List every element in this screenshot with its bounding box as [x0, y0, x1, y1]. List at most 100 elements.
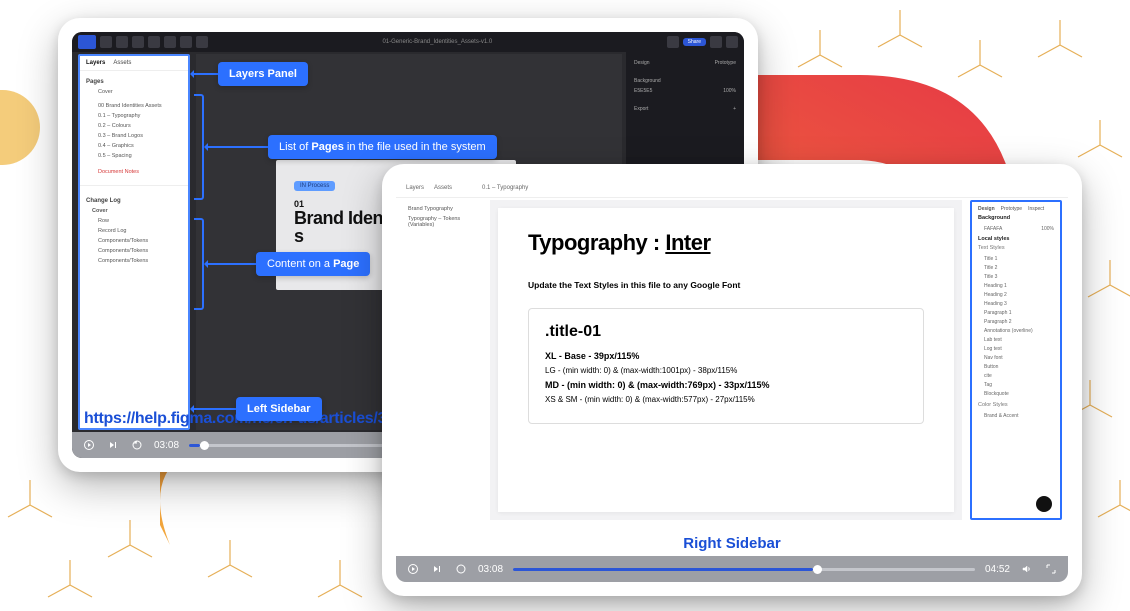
fullscreen-icon[interactable]: [1044, 562, 1058, 576]
style-box: .title-01 XL - Base - 39px/115% LG - (mi…: [528, 308, 924, 424]
t2-toolbar: Layers Assets 0.1 – Typography: [396, 178, 1068, 198]
design-tab[interactable]: Design: [978, 206, 995, 212]
right-sidebar-panel: Design Prototype Inspect Background FAFA…: [970, 200, 1062, 520]
help-fab[interactable]: [1036, 496, 1052, 512]
bg-label: Background: [634, 78, 661, 84]
player-time: 03:08: [478, 564, 503, 575]
page-item[interactable]: 0.5 – Spacing: [86, 151, 182, 161]
share-button[interactable]: Share: [683, 38, 706, 46]
layer-item[interactable]: Components/Tokens: [86, 236, 182, 246]
player-time: 03:08: [154, 440, 179, 451]
layer-item[interactable]: Record Log: [86, 226, 182, 236]
style-row[interactable]: cite: [978, 371, 1054, 380]
color-styles-label: Color Styles: [978, 402, 1054, 408]
skip-icon[interactable]: [430, 562, 444, 576]
style-row[interactable]: Lab text: [978, 335, 1054, 344]
bg-val[interactable]: FAFAFA: [984, 226, 1002, 232]
page-item[interactable]: 0.1 – Typography: [86, 111, 182, 121]
player-track[interactable]: [513, 568, 975, 571]
layer-item[interactable]: Typography – Tokens (Variables): [404, 214, 482, 230]
style-line: XL - Base - 39px/115%: [545, 351, 907, 361]
style-row[interactable]: Title 1: [978, 254, 1054, 263]
avatar[interactable]: [667, 36, 679, 48]
style-row[interactable]: Heading 1: [978, 281, 1054, 290]
layers-tab[interactable]: Layers: [406, 185, 424, 191]
callout-arrow: [192, 73, 218, 75]
style-row[interactable]: Nav font: [978, 353, 1054, 362]
figma-toolbar: 01-Generic-Brand_Identities_Assets-v1.0 …: [72, 32, 744, 52]
layer-item[interactable]: Components/Tokens: [86, 256, 182, 266]
style-row[interactable]: Heading 3: [978, 299, 1054, 308]
assets-tab[interactable]: Assets: [113, 60, 131, 66]
rewind-icon[interactable]: [130, 438, 144, 452]
style-row[interactable]: Heading 2: [978, 290, 1054, 299]
page-item[interactable]: 0.4 – Graphics: [86, 141, 182, 151]
skip-icon[interactable]: [106, 438, 120, 452]
tablet-right: Layers Assets 0.1 – Typography Brand Typ…: [382, 164, 1082, 596]
status-chip: IN Process: [294, 181, 335, 191]
prototype-tab[interactable]: Prototype: [1001, 206, 1022, 212]
callout-content: Content on a Page: [256, 252, 370, 276]
figma-menu-button[interactable]: [78, 35, 96, 49]
layer-item[interactable]: Brand Typography: [404, 204, 482, 214]
t2-canvas[interactable]: Typography : Inter Update the Text Style…: [490, 200, 962, 520]
layer-item[interactable]: Row: [86, 216, 182, 226]
callout-left-sidebar: Left Sidebar: [236, 397, 322, 421]
design-tab[interactable]: Design: [634, 60, 650, 66]
style-line: XS & SM - (min width: 0) & (max-width:57…: [545, 395, 907, 404]
inspect-tab[interactable]: Inspect: [1028, 206, 1044, 212]
bg-pct: 100%: [723, 88, 736, 94]
style-row[interactable]: Blockquote: [978, 389, 1054, 398]
play-button[interactable]: [710, 36, 722, 48]
bg-pct: 100%: [1041, 226, 1054, 232]
prototype-tab[interactable]: Prototype: [715, 60, 736, 66]
tool-text[interactable]: [164, 36, 176, 48]
zoom-dropdown[interactable]: [726, 36, 738, 48]
callout-arrow: [206, 263, 256, 265]
layer-cover[interactable]: Cover: [86, 206, 182, 216]
callout-arrow: [206, 146, 268, 148]
style-name: .title-01: [545, 323, 907, 341]
page-item[interactable]: 0.2 – Colours: [86, 121, 182, 131]
breadcrumb[interactable]: 0.1 – Typography: [482, 185, 528, 191]
tool-hand[interactable]: [180, 36, 192, 48]
style-row[interactable]: Paragraph 1: [978, 308, 1054, 317]
left-sidebar-panel: Layers Assets Pages Cover 00 Brand Ident…: [78, 54, 190, 430]
style-row[interactable]: Brand & Accent: [978, 411, 1054, 420]
page-item[interactable]: 0.3 – Brand Logos: [86, 131, 182, 141]
page-cover[interactable]: Cover: [86, 87, 182, 97]
bg-hex[interactable]: E5E5E5: [634, 88, 652, 94]
t2-doc-frame[interactable]: Typography : Inter Update the Text Style…: [498, 208, 954, 512]
layers-tab[interactable]: Layers: [86, 60, 105, 66]
assets-tab[interactable]: Assets: [434, 185, 452, 191]
rewind-icon[interactable]: [454, 562, 468, 576]
text-styles-label: Text Styles: [978, 245, 1054, 251]
style-line: LG - (min width: 0) & (max-width:1001px)…: [545, 366, 907, 375]
style-row[interactable]: Title 2: [978, 263, 1054, 272]
style-row[interactable]: Paragraph 2: [978, 317, 1054, 326]
play-icon[interactable]: [82, 438, 96, 452]
tool-comment[interactable]: [196, 36, 208, 48]
style-row[interactable]: Tag: [978, 380, 1054, 389]
tool-shape[interactable]: [132, 36, 144, 48]
style-row[interactable]: Title 3: [978, 272, 1054, 281]
style-row[interactable]: Log text: [978, 344, 1054, 353]
video-player-bar-2: 03:08 04:52: [396, 556, 1068, 582]
tool-frame[interactable]: [116, 36, 128, 48]
volume-icon[interactable]: [1020, 562, 1034, 576]
export-label[interactable]: Export: [634, 106, 648, 112]
callout-layers: Layers Panel: [218, 62, 308, 86]
doc-title: Typography : Inter: [528, 230, 924, 256]
bg-label: Background: [978, 215, 1054, 221]
style-row[interactable]: Annotations (overline): [978, 326, 1054, 335]
page-item[interactable]: 00 Brand Identities Assets: [86, 101, 182, 111]
tool-pen[interactable]: [148, 36, 160, 48]
tool-move[interactable]: [100, 36, 112, 48]
callout-pages: List of Pages in the file used in the sy…: [268, 135, 497, 159]
page-doc-notes[interactable]: Document Notes: [86, 167, 182, 177]
callout-arrow: [192, 408, 236, 410]
style-line: MD - (min width: 0) & (max-width:769px) …: [545, 380, 907, 390]
play-icon[interactable]: [406, 562, 420, 576]
layer-item[interactable]: Components/Tokens: [86, 246, 182, 256]
style-row[interactable]: Button: [978, 362, 1054, 371]
